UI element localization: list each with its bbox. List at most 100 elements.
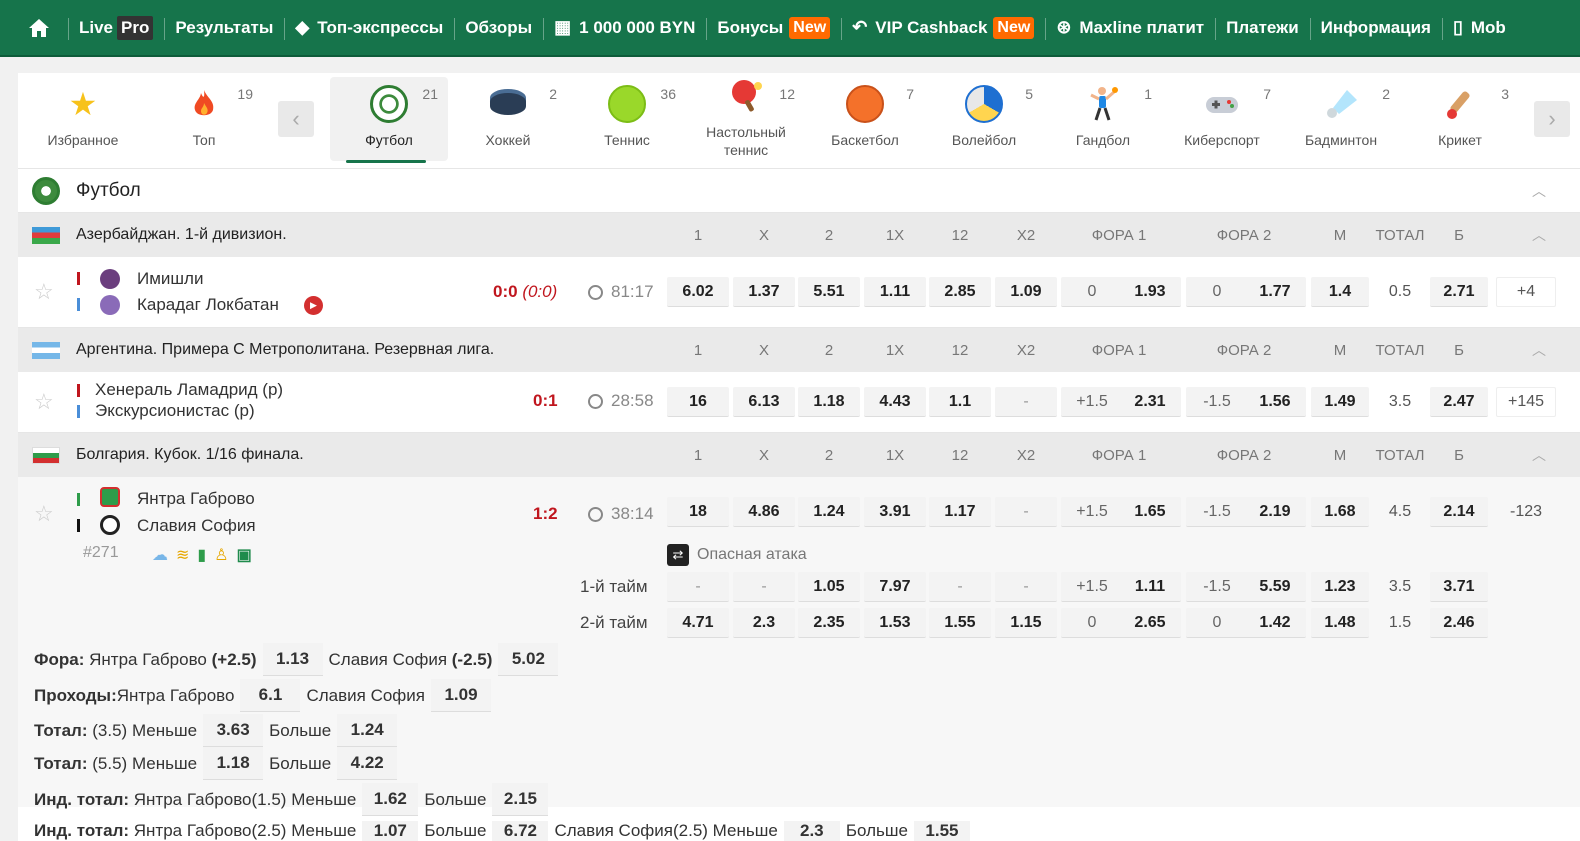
more-markets-button[interactable]: +4 — [1496, 277, 1556, 307]
market-odd[interactable]: 6.1 — [240, 679, 301, 712]
fora2-group[interactable]: -1.5 1.56 — [1186, 387, 1306, 417]
odd-x[interactable]: 4.86 — [733, 497, 795, 527]
sports-next-button[interactable]: › — [1534, 101, 1570, 137]
sport-basketball[interactable]: 7 Баскетбол — [806, 77, 924, 161]
fora1-odd[interactable]: 2.31 — [1119, 387, 1181, 417]
nav-live-pro[interactable]: Live Pro — [68, 0, 164, 55]
odd-12[interactable]: 1.17 — [929, 497, 991, 527]
half2-fora2[interactable]: 0 1.42 — [1186, 608, 1306, 638]
odd-m[interactable]: 1.49 — [1311, 387, 1369, 417]
fora1-odd[interactable]: 1.93 — [1119, 277, 1181, 307]
fora1-group[interactable]: 0 1.93 — [1061, 277, 1181, 307]
sport-cricket[interactable]: 3 Крикет — [1401, 77, 1519, 161]
fora1-group[interactable]: +1.5 2.31 — [1061, 387, 1181, 417]
odd-b[interactable]: 2.71 — [1430, 277, 1488, 307]
odd-b[interactable]: 2.47 — [1430, 387, 1488, 417]
odd-x[interactable]: 1.37 — [733, 277, 795, 307]
odd-1[interactable]: 6.02 — [667, 277, 729, 307]
market-odd[interactable]: 1.13 — [262, 643, 323, 676]
odd-12[interactable]: 2.85 — [929, 277, 991, 307]
market-odd[interactable]: 1.55 — [913, 821, 970, 841]
scoreboard-icon[interactable]: ▣ — [237, 545, 252, 565]
sport-esports[interactable]: 7 Киберспорт — [1163, 77, 1281, 161]
market-odd[interactable]: 4.22 — [337, 747, 398, 780]
market-odd[interactable]: 1.09 — [431, 679, 491, 712]
half2-odd-2[interactable]: 2.35 — [798, 608, 860, 638]
star-outline-icon[interactable]: ☆ — [34, 389, 54, 415]
fora2-odd[interactable]: 1.77 — [1244, 277, 1306, 307]
fora2-group[interactable]: -1.5 2.19 — [1186, 497, 1306, 527]
market-odd[interactable]: 1.62 — [362, 783, 419, 816]
lineup-icon[interactable]: ♙ — [214, 545, 228, 565]
nav-express[interactable]: ◆ Топ-экспрессы — [284, 0, 454, 55]
odd-m[interactable]: 1.68 — [1311, 497, 1369, 527]
sport-table-tennis[interactable]: 12 Настольный теннис — [687, 77, 805, 161]
chevron-up-icon[interactable]: ︿ — [1532, 225, 1546, 245]
section-header[interactable]: Футбол ︿ — [18, 169, 1580, 213]
odd-2[interactable]: 1.24 — [798, 497, 860, 527]
market-odd[interactable]: 3.63 — [203, 714, 264, 747]
half2-odd-12[interactable]: 1.55 — [929, 608, 991, 638]
half2-odd-b[interactable]: 2.46 — [1430, 608, 1488, 638]
more-markets-button[interactable]: -123 — [1496, 497, 1556, 527]
nav-reviews[interactable]: Обзоры — [454, 0, 543, 55]
odd-1[interactable]: 18 — [667, 497, 729, 527]
half1-odd-b[interactable]: 3.71 — [1430, 572, 1488, 602]
nav-mobile[interactable]: ▯ Mob — [1441, 0, 1517, 55]
market-odd[interactable]: 6.72 — [492, 821, 549, 841]
market-odd[interactable]: 1.07 — [362, 821, 419, 841]
fora2-odd[interactable]: 1.42 — [1244, 608, 1306, 638]
home-button[interactable] — [0, 0, 68, 55]
fora2-odd[interactable]: 5.59 — [1244, 572, 1306, 602]
weather-icon[interactable]: ☁ — [152, 545, 168, 565]
fora1-group[interactable]: +1.5 1.65 — [1061, 497, 1181, 527]
odd-2[interactable]: 5.51 — [798, 277, 860, 307]
half1-odd-2[interactable]: 1.05 — [798, 572, 860, 602]
star-outline-icon[interactable]: ☆ — [34, 279, 54, 305]
half2-odd-1x[interactable]: 1.53 — [864, 608, 926, 638]
sport-football[interactable]: 21 Футбол — [330, 77, 448, 163]
sport-badminton[interactable]: 2 Бадминтон — [1282, 77, 1400, 161]
nav-vip[interactable]: ↶ VIP Cashback New — [841, 0, 1045, 55]
market-odd[interactable]: 5.02 — [498, 643, 559, 676]
match-row[interactable]: ☆ Имишли Карадаг Локбатан ▶ 0:0 (0:0) 81… — [18, 257, 1580, 328]
chevron-up-icon[interactable]: ︿ — [1532, 181, 1546, 201]
nav-payments[interactable]: Платежи — [1215, 0, 1310, 55]
half2-odd-x[interactable]: 2.3 — [733, 608, 795, 638]
fora1-odd[interactable]: 1.65 — [1119, 497, 1181, 527]
stats-icon[interactable]: ▮ — [197, 545, 206, 565]
fora2-group[interactable]: 0 1.77 — [1186, 277, 1306, 307]
nav-million[interactable]: ▦ 1 000 000 BYN — [543, 0, 706, 55]
league-header[interactable]: Азербайджан. 1-й дивизион. 1 X 2 1X 12 X… — [18, 213, 1580, 257]
sport-favorites[interactable]: ★ Избранное — [24, 77, 142, 161]
sport-tennis[interactable]: 36 Теннис — [568, 77, 686, 161]
fora2-odd[interactable]: 2.19 — [1244, 497, 1306, 527]
odd-1x[interactable]: 4.43 — [864, 387, 926, 417]
odd-12[interactable]: 1.1 — [929, 387, 991, 417]
match-row[interactable]: ☆ Хенераль Ламадрид (р) Экскурсионистас … — [18, 372, 1580, 433]
more-markets-button[interactable]: +145 — [1496, 387, 1556, 417]
fora2-odd[interactable]: 1.56 — [1244, 387, 1306, 417]
sport-volleyball[interactable]: 5 Волейбол — [925, 77, 1043, 161]
half2-odd-x2[interactable]: 1.15 — [995, 608, 1057, 638]
nav-maxline[interactable]: ⊛ Maxline платит — [1045, 0, 1215, 55]
odd-1[interactable]: 16 — [667, 387, 729, 417]
video-play-icon[interactable]: ▶ — [304, 296, 323, 315]
league-header[interactable]: Аргентина. Примера С Метрополитана. Резе… — [18, 328, 1580, 372]
nav-info[interactable]: Информация — [1309, 0, 1442, 55]
fora1-odd[interactable]: 1.11 — [1119, 572, 1181, 602]
odd-1x[interactable]: 1.11 — [864, 277, 926, 307]
sport-handball[interactable]: 1 Гандбол — [1044, 77, 1162, 161]
market-odd[interactable]: 1.18 — [203, 747, 264, 780]
match-row-expanded[interactable]: ☆ Янтра Габрово Славия София #271 ☁ ≋ ▮ … — [18, 477, 1580, 816]
market-odd[interactable]: 1.24 — [337, 714, 398, 747]
sports-prev-button[interactable]: ‹ — [278, 101, 314, 137]
odd-x2[interactable]: 1.09 — [995, 277, 1057, 307]
odd-x[interactable]: 6.13 — [733, 387, 795, 417]
market-odd[interactable]: 2.3 — [783, 821, 840, 841]
fora1-odd[interactable]: 2.65 — [1119, 608, 1181, 638]
half1-fora1[interactable]: +1.5 1.11 — [1061, 572, 1181, 602]
nav-results[interactable]: Результаты — [164, 0, 284, 55]
half1-odd-m[interactable]: 1.23 — [1311, 572, 1369, 602]
half2-odd-m[interactable]: 1.48 — [1311, 608, 1369, 638]
